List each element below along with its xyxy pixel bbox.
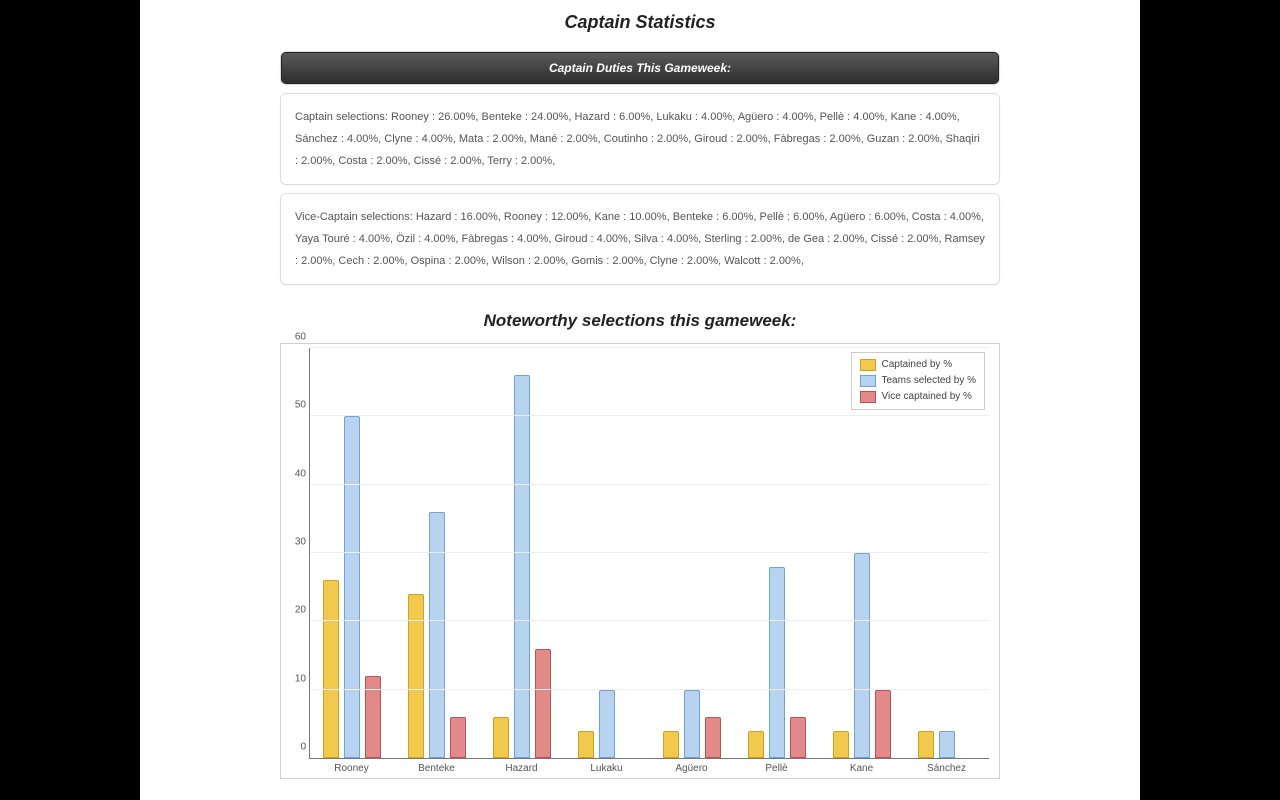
chart-plot-area: 0102030405060 [309,348,989,759]
captain-duties-panel-stack: Captain Duties This Gameweek: Captain se… [280,51,1000,285]
chart-title: Noteworthy selections this gameweek: [140,311,1140,331]
chart-bar-group [819,348,904,758]
chart-bar-teams [854,553,870,758]
chart-bar-group [480,348,565,758]
chart-bar-teams [599,690,615,758]
chart-bar-captained [578,731,594,758]
chart-bar-teams [429,512,445,758]
chart-gridline [310,689,989,690]
captain-duties-header: Captain Duties This Gameweek: [281,52,999,84]
chart-bar-group [734,348,819,758]
chart-gridline [310,620,989,621]
page-title: Captain Statistics [140,0,1140,51]
chart-bar-captained [748,731,764,758]
chart-bar-captained [408,594,424,758]
chart-bar-teams [939,731,955,758]
chart-x-label: Sánchez [904,763,989,774]
chart-y-tick: 10 [286,673,306,684]
chart-bar-captained [918,731,934,758]
captain-selections-panel: Captain selections: Rooney : 26.00%, Ben… [280,93,1000,185]
vice-captain-selections-text: Vice-Captain selections: Hazard : 16.00%… [281,194,999,284]
chart-gridline [310,415,989,416]
chart-x-label: Kane [819,763,904,774]
chart-bar-captained [323,580,339,758]
chart-y-tick: 50 [286,400,306,411]
chart-x-label: Hazard [479,763,564,774]
chart-y-tick: 20 [286,605,306,616]
page-content: Captain Statistics Captain Duties This G… [140,0,1140,800]
chart-gridline [310,347,989,348]
chart-bar-captained [493,717,509,758]
chart-bar-group [650,348,735,758]
chart-x-label: Pellè [734,763,819,774]
captain-selections-text: Captain selections: Rooney : 26.00%, Ben… [281,94,999,184]
chart-bar-group [904,348,989,758]
chart-bar-vice [705,717,721,758]
chart-y-tick: 30 [286,537,306,548]
chart-gridline [310,484,989,485]
chart-bar-teams [684,690,700,758]
chart-x-label: Lukaku [564,763,649,774]
chart-x-label: Agüero [649,763,734,774]
chart-bar-vice [450,717,466,758]
chart-bar-teams [344,416,360,758]
vice-captain-selections-panel: Vice-Captain selections: Hazard : 16.00%… [280,193,1000,285]
chart-bar-vice [535,649,551,758]
chart-bar-group [395,348,480,758]
chart-bar-teams [514,375,530,758]
chart-x-label: Benteke [394,763,479,774]
chart-bar-vice [875,690,891,758]
chart-y-tick: 0 [286,742,306,753]
chart-bar-group [310,348,395,758]
chart-bar-vice [790,717,806,758]
chart-gridline [310,552,989,553]
chart-bar-groups [310,348,989,758]
chart-y-tick: 60 [286,332,306,343]
chart-x-label: Rooney [309,763,394,774]
panel-header-container: Captain Duties This Gameweek: [280,51,1000,85]
chart-bar-teams [769,567,785,758]
chart-y-tick: 40 [286,468,306,479]
chart-x-labels: RooneyBentekeHazardLukakuAgüeroPellèKane… [309,763,989,774]
chart-bar-group [565,348,650,758]
chart-bar-captained [833,731,849,758]
selections-chart: Captained by %Teams selected by %Vice ca… [280,343,1000,779]
chart-bar-captained [663,731,679,758]
